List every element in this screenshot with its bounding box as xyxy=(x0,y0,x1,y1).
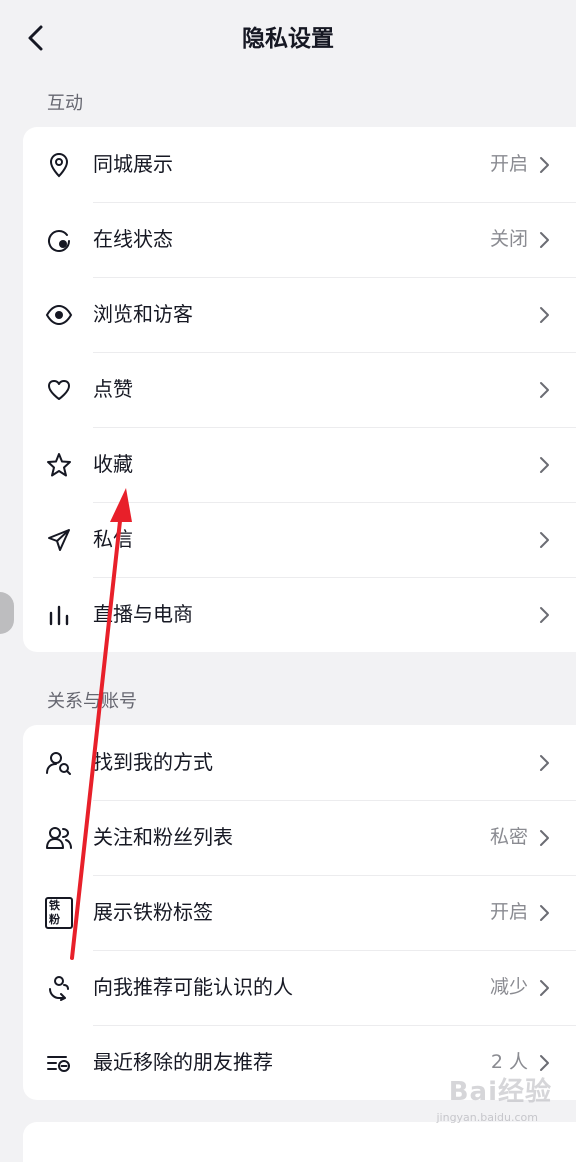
row-label: 展示铁粉标签 xyxy=(93,900,213,924)
chevron-right-icon xyxy=(540,157,549,173)
eye-icon xyxy=(45,301,73,329)
row-label: 收藏 xyxy=(93,452,133,476)
row-value: 减少 xyxy=(489,976,528,998)
fan-badge-icon: 铁粉 xyxy=(45,897,73,929)
row-local-display[interactable]: 同城展示 开启 xyxy=(23,127,576,202)
row-browse-visitors[interactable]: 浏览和访客 xyxy=(23,277,576,352)
chevron-right-icon xyxy=(540,905,549,921)
chevron-right-icon xyxy=(540,607,549,623)
bars-icon xyxy=(45,601,73,629)
row-find-me[interactable]: 找到我的方式 xyxy=(23,725,576,800)
removed-list-icon xyxy=(45,1049,73,1077)
row-value: 开启 xyxy=(489,901,528,923)
row-follow-fans-list[interactable]: 关注和粉丝列表 私密 xyxy=(23,800,576,875)
row-live-ecommerce[interactable]: 直播与电商 xyxy=(23,577,576,652)
row-label: 最近移除的朋友推荐 xyxy=(93,1050,273,1074)
row-fan-badge[interactable]: 铁粉 展示铁粉标签 开启 xyxy=(23,875,576,950)
row-label: 同城展示 xyxy=(93,152,173,176)
chevron-right-icon xyxy=(540,457,549,473)
row-label: 向我推荐可能认识的人 xyxy=(93,975,293,999)
row-value: 开启 xyxy=(489,153,528,175)
section-card-relationships: 找到我的方式 关注和粉丝列表 私密 铁粉 展示铁粉标签 开启 向我推荐可能认识的… xyxy=(23,725,576,1100)
fan-badge-text: 铁粉 xyxy=(45,897,73,929)
row-online-status[interactable]: 在线状态 关闭 xyxy=(23,202,576,277)
chevron-right-icon xyxy=(540,755,549,771)
row-value: 关闭 xyxy=(489,228,528,250)
section-label-relationships: 关系与账号 xyxy=(47,691,137,712)
row-label: 直播与电商 xyxy=(93,602,193,626)
row-value: 私密 xyxy=(489,826,528,848)
users-icon xyxy=(45,824,73,852)
chevron-right-icon xyxy=(540,980,549,996)
star-icon xyxy=(45,451,73,479)
online-status-icon xyxy=(45,226,73,254)
chevron-right-icon xyxy=(540,232,549,248)
chevron-right-icon xyxy=(540,382,549,398)
user-search-icon xyxy=(45,749,73,777)
row-label: 在线状态 xyxy=(93,227,173,251)
chevron-right-icon xyxy=(540,1055,549,1071)
row-label: 点赞 xyxy=(93,377,133,401)
row-label: 浏览和访客 xyxy=(93,302,193,326)
row-likes[interactable]: 点赞 xyxy=(23,352,576,427)
chevron-right-icon xyxy=(540,307,549,323)
chevron-right-icon xyxy=(540,830,549,846)
watermark-url: jingyan.baidu.com xyxy=(436,1111,538,1124)
watermark-logo: Bai经验 xyxy=(448,1077,552,1107)
section-card-interaction: 同城展示 开启 在线状态 关闭 浏览和访客 点赞 收藏 私信 直播与电商 xyxy=(23,127,576,652)
section-label-interaction: 互动 xyxy=(47,93,83,114)
floating-side-handle[interactable] xyxy=(0,592,14,634)
heart-icon xyxy=(45,376,73,404)
location-pin-icon xyxy=(45,151,73,179)
row-label: 关注和粉丝列表 xyxy=(93,825,233,849)
page-title: 隐私设置 xyxy=(242,26,334,52)
chevron-right-icon xyxy=(540,532,549,548)
row-recommend-people[interactable]: 向我推荐可能认识的人 减少 xyxy=(23,950,576,1025)
recommend-user-icon xyxy=(45,974,73,1002)
row-favorites[interactable]: 收藏 xyxy=(23,427,576,502)
row-label: 找到我的方式 xyxy=(93,750,213,774)
send-icon xyxy=(45,526,73,554)
row-label: 私信 xyxy=(93,527,133,551)
nav-bar: 隐私设置 xyxy=(0,0,576,80)
row-messages[interactable]: 私信 xyxy=(23,502,576,577)
next-section-card xyxy=(23,1122,576,1162)
